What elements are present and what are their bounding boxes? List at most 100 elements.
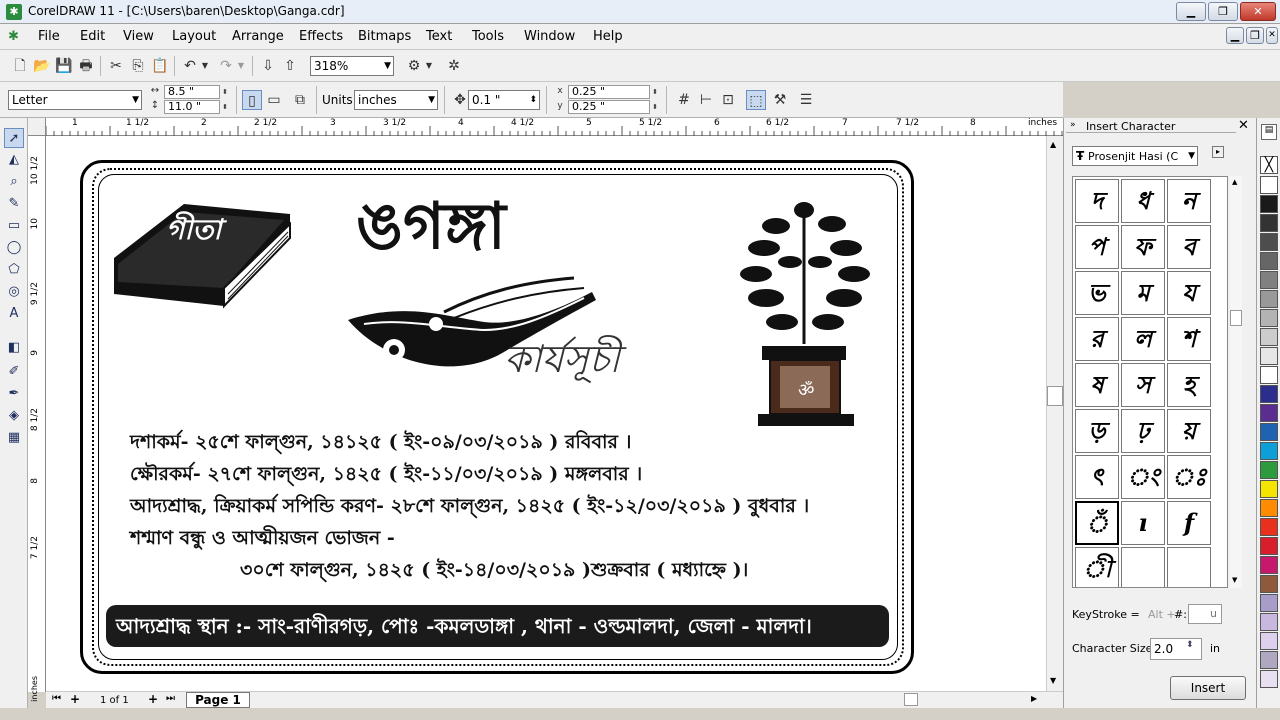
glyph-cell[interactable]: হ <box>1167 363 1211 407</box>
dup-y-spinner-icon[interactable]: ⬍ <box>650 100 660 114</box>
doc-restore-button[interactable]: ❐ <box>1246 27 1264 44</box>
color-swatch[interactable] <box>1260 366 1278 384</box>
glyph-cell[interactable]: ধ <box>1121 179 1165 223</box>
rectangle-tool-icon[interactable]: ▭ <box>4 216 24 236</box>
undo-dropdown-icon[interactable]: ▼ <box>200 56 210 76</box>
glyph-cell[interactable]: র <box>1075 317 1119 361</box>
glyph-cell[interactable]: স <box>1121 363 1165 407</box>
save-icon[interactable]: 💾 <box>54 56 74 76</box>
color-swatch[interactable] <box>1260 195 1278 213</box>
font-combo[interactable]: Ŧ Prosenjit Hasi (C ▼ <box>1072 146 1198 166</box>
color-swatch[interactable] <box>1260 233 1278 251</box>
zoom-tool-icon[interactable]: ⌕ <box>4 172 24 192</box>
color-swatch[interactable] <box>1260 214 1278 232</box>
scroll-up-icon[interactable]: ▲ <box>1050 140 1056 149</box>
color-swatch[interactable] <box>1260 594 1278 612</box>
color-swatch[interactable] <box>1260 518 1278 536</box>
launcher-dropdown-icon[interactable]: ▼ <box>424 56 434 76</box>
document-icon[interactable]: ✱ <box>8 29 22 44</box>
glyph-cell[interactable]: ফ <box>1121 225 1165 269</box>
glyph-cell[interactable]: ঃ <box>1167 455 1211 499</box>
glyph-cell[interactable]: য <box>1167 271 1211 315</box>
docker-arrows-icon[interactable]: » <box>1070 120 1076 130</box>
glyph-scroll-thumb[interactable] <box>1230 310 1242 326</box>
new-icon[interactable]: 🗋 <box>10 56 30 76</box>
schedule-line-3[interactable]: আদ্যশ্রাদ্ধ, ক্রিয়াকর্ম সপিন্ডি করণ- ২৮… <box>130 492 809 524</box>
glyph-cell[interactable] <box>1121 547 1165 587</box>
menu-tools[interactable]: Tools <box>472 29 504 44</box>
menu-layout[interactable]: Layout <box>172 29 216 44</box>
menu-arrange[interactable]: Arrange <box>232 29 284 44</box>
scroll-right-icon[interactable]: ▶ <box>1031 694 1037 703</box>
glyph-cell[interactable]: ı <box>1121 501 1165 545</box>
menu-bitmaps[interactable]: Bitmaps <box>358 29 411 44</box>
page-tab[interactable]: Page 1 <box>186 692 250 708</box>
page-height-field[interactable]: 11.0 " <box>164 100 220 114</box>
insert-button[interactable]: Insert <box>1170 676 1246 700</box>
color-swatch[interactable] <box>1260 499 1278 517</box>
glyph-cell[interactable]: ষ <box>1075 363 1119 407</box>
color-swatch[interactable] <box>1260 575 1278 593</box>
color-swatch[interactable] <box>1260 632 1278 650</box>
scroll-up-icon[interactable]: ▲ <box>1232 178 1237 186</box>
nudge-offset-field[interactable]: 0.1 " ⬍ <box>468 90 540 110</box>
color-swatch[interactable] <box>1260 347 1278 365</box>
menu-view[interactable]: View <box>123 29 154 44</box>
fill-tool-icon[interactable]: ◈ <box>4 406 24 426</box>
color-swatch[interactable] <box>1260 309 1278 327</box>
size-spinner-icon[interactable]: ⬍ <box>1186 640 1194 650</box>
all-pages-icon[interactable]: ⧉ <box>290 90 310 110</box>
treat-as-filled-icon[interactable]: ⬚ <box>746 90 766 110</box>
doc-minimize-button[interactable]: ▁ <box>1226 27 1244 44</box>
vertical-scroll-thumb[interactable] <box>1047 386 1063 406</box>
color-swatch[interactable] <box>1260 670 1278 688</box>
color-swatch[interactable] <box>1260 613 1278 631</box>
spiral-tool-icon[interactable]: ◎ <box>4 282 24 302</box>
palette-scroll-icon[interactable]: ▤ <box>1261 124 1277 140</box>
glyph-cell[interactable]: ং <box>1121 455 1165 499</box>
outline-tool-icon[interactable]: ✒ <box>4 384 24 404</box>
horizontal-ruler[interactable]: 1 1 1/2 2 2 1/2 3 3 1/2 4 4 1/2 5 5 1/2 … <box>46 118 1063 136</box>
cut-icon[interactable]: ✂ <box>106 56 126 76</box>
glyph-cell[interactable]: ম <box>1121 271 1165 315</box>
schedule-line-4[interactable]: শশ্মাণ বন্ধু ও আত্মীয়জন ভোজন - <box>130 524 395 556</box>
paper-type-combo[interactable]: Letter ▼ <box>8 90 142 110</box>
docker-close-icon[interactable]: ✕ <box>1238 118 1249 133</box>
width-spinner-icon[interactable]: ⬍ <box>220 85 230 99</box>
snap-to-objects-icon[interactable]: ⊡ <box>718 90 738 110</box>
export-icon[interactable]: ⇧ <box>280 56 300 76</box>
glyph-cell[interactable]: দ <box>1075 179 1119 223</box>
color-swatch[interactable] <box>1260 442 1278 460</box>
color-swatch[interactable] <box>1260 537 1278 555</box>
glyph-cell[interactable]: ল <box>1121 317 1165 361</box>
landscape-icon[interactable]: ▭ <box>264 90 284 110</box>
glyph-cell[interactable]: ী <box>1075 547 1119 587</box>
print-icon[interactable]: 🖶 <box>76 56 96 76</box>
dup-x-spinner-icon[interactable]: ⬍ <box>650 85 660 99</box>
first-page-icon[interactable]: ⏮ <box>52 693 61 704</box>
schedule-line-5[interactable]: ৩০শে ফাল্গুন, ১৪২৫ ( ইং-১৪/০৩/২০১৯ )শুক্… <box>240 556 748 588</box>
menu-text[interactable]: Text <box>426 29 452 44</box>
glyph-cell[interactable]: ভ <box>1075 271 1119 315</box>
color-swatch[interactable] <box>1260 461 1278 479</box>
ellipse-tool-icon[interactable]: ◯ <box>4 238 24 258</box>
color-swatch[interactable] <box>1260 176 1278 194</box>
interactive-mesh-icon[interactable]: ▦ <box>4 428 24 448</box>
snap-to-guidelines-icon[interactable]: ⊢ <box>696 90 716 110</box>
scroll-down-icon[interactable]: ▼ <box>1232 576 1237 584</box>
corel-online-icon[interactable]: ✲ <box>444 56 464 76</box>
glyph-cell-selected[interactable]: ঁ <box>1075 501 1119 545</box>
redo-dropdown-icon[interactable]: ▼ <box>236 56 246 76</box>
vertical-scrollbar[interactable]: ▲ ▼ <box>1046 136 1063 691</box>
color-swatch[interactable] <box>1260 271 1278 289</box>
glyph-cell[interactable]: য় <box>1167 409 1211 453</box>
menu-window[interactable]: Window <box>524 29 575 44</box>
copy-icon[interactable]: ⎘ <box>128 56 148 76</box>
horizontal-scroll-thumb[interactable] <box>904 693 918 706</box>
freehand-tool-icon[interactable]: ✎ <box>4 194 24 214</box>
corel-balloon-icon[interactable]: ✱ <box>6 4 22 20</box>
doc-close-button[interactable]: ✕ <box>1266 27 1278 44</box>
keystroke-field[interactable]: u <box>1188 604 1222 624</box>
glyph-scrollbar[interactable]: ▲ ▼ <box>1230 176 1242 588</box>
schedule-line-2[interactable]: ক্ষৌরকর্ম- ২৭শে ফাল্গুন, ১৪২৫ ( ইং-১১/০৩… <box>130 460 642 492</box>
